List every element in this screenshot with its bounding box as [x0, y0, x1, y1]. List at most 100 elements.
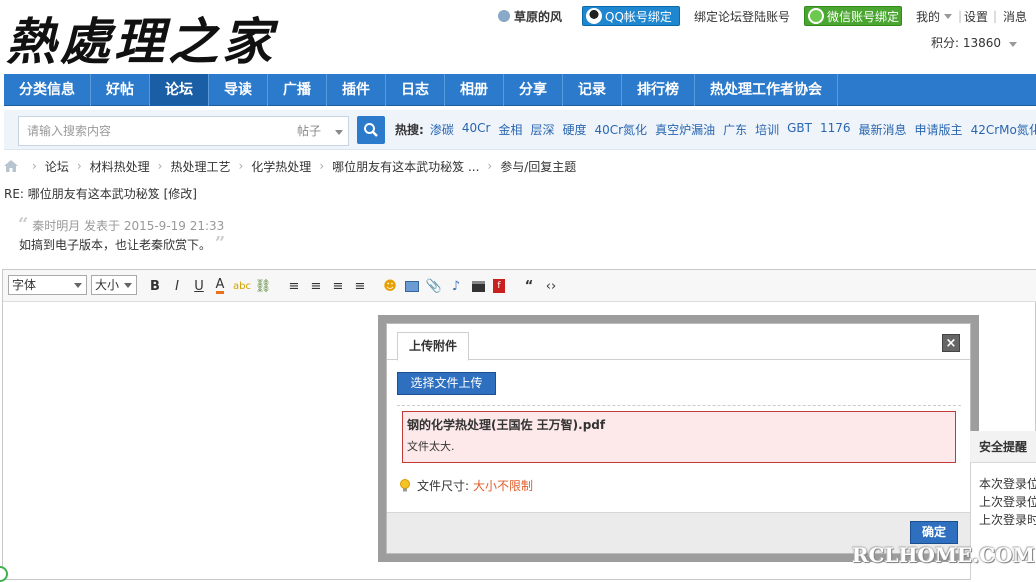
search-icon: [364, 123, 378, 137]
chevron-right-icon: ›: [487, 159, 493, 173]
upload-error-box: 钢的化学热处理(王国佐 王万智).pdf 文件太大.: [402, 411, 956, 463]
security-line: 上次登录位: [979, 495, 1036, 509]
breadcrumb-link[interactable]: 论坛: [45, 158, 69, 175]
image-icon[interactable]: [403, 277, 421, 295]
chevron-down-icon: [124, 283, 132, 288]
nav-item[interactable]: 记录: [563, 74, 622, 106]
main-nav: 分类信息 好帖 论坛 导读 广播 插件 日志 相册 分享 记录 排行榜 热处理工作者协会: [4, 74, 1036, 106]
divider: [397, 405, 961, 406]
nav-item[interactable]: 分类信息: [4, 74, 91, 106]
quote-text: 如搞到电子版本，也让老秦欣赏下。 ”: [19, 233, 225, 254]
code-icon[interactable]: ‹›: [542, 277, 560, 295]
hot-keyword-link[interactable]: 培训: [755, 121, 779, 138]
nav-item[interactable]: 论坛: [150, 74, 209, 106]
chevron-right-icon: ›: [157, 159, 163, 173]
hot-keyword-link[interactable]: 42CrMo氮化: [971, 121, 1036, 138]
nav-item[interactable]: 导读: [209, 74, 268, 106]
nav-item[interactable]: 分享: [504, 74, 563, 106]
hot-keyword-link[interactable]: GBT: [787, 121, 812, 138]
hot-keyword-link[interactable]: 硬度: [562, 121, 586, 138]
hot-keyword-link[interactable]: 层深: [530, 121, 554, 138]
points-menu[interactable]: 积分: 13860: [931, 34, 1017, 51]
attachment-icon[interactable]: 📎: [425, 277, 443, 295]
font-color-icon[interactable]: A: [211, 277, 229, 295]
music-icon[interactable]: ♪: [447, 277, 465, 295]
chevron-right-icon: ›: [238, 159, 244, 173]
watermark: RCLHOME.COM: [852, 543, 1035, 567]
username-link[interactable]: 草原的风: [498, 6, 562, 26]
chevron-down-icon: [74, 283, 82, 288]
forum-bind-label: 绑定论坛登陆账号: [694, 9, 791, 24]
qq-icon: [586, 8, 602, 24]
font-size-select[interactable]: 大小: [91, 275, 137, 295]
underline-icon[interactable]: U: [190, 277, 208, 295]
quote-author-date: 秦时明月 发表于 2015-9-19 21:33: [32, 219, 225, 233]
messages-link[interactable]: 消息: [1003, 6, 1027, 26]
align-center-icon[interactable]: ≡: [307, 277, 325, 295]
size-label: 文件尺寸:: [417, 479, 470, 493]
align-right-icon[interactable]: ≡: [351, 277, 369, 295]
hot-keyword-link[interactable]: 广东: [723, 121, 747, 138]
nav-item[interactable]: 相册: [445, 74, 504, 106]
nav-item[interactable]: 热处理工作者协会: [695, 74, 838, 106]
nav-item[interactable]: 好帖: [91, 74, 150, 106]
open-quote-icon: “: [18, 214, 29, 235]
breadcrumb-link[interactable]: 哪位朋友有这本武功秘笈 ...: [332, 158, 479, 175]
choose-file-button[interactable]: 选择文件上传: [397, 372, 496, 395]
nav-item[interactable]: 插件: [327, 74, 386, 106]
forum-bind-link[interactable]: 绑定论坛登陆账号: [694, 6, 790, 26]
close-icon[interactable]: ×: [942, 334, 960, 352]
size-select-label: 大小: [95, 278, 120, 292]
qq-bind-button[interactable]: QQ帐号绑定: [582, 6, 680, 26]
size-value: 大小不限制: [473, 479, 534, 493]
file-size-info: 文件尺寸: 大小不限制: [399, 477, 533, 494]
lightbulb-icon: [399, 478, 411, 493]
chevron-down-icon: [1008, 42, 1017, 47]
search-button[interactable]: [357, 116, 385, 144]
link-icon[interactable]: ⛓: [254, 277, 272, 295]
breadcrumb-link[interactable]: 热处理工艺: [170, 158, 230, 175]
hot-keyword-link[interactable]: 申请版主: [915, 121, 963, 138]
search-type-select[interactable]: 帖子: [289, 116, 349, 146]
breadcrumb-link[interactable]: 化学热处理: [251, 158, 311, 175]
search-input[interactable]: 请输入搜索内容: [18, 116, 290, 146]
quote-meta: “ 秦时明月 发表于 2015-9-19 21:33: [18, 214, 224, 235]
settings-link[interactable]: 设置 |: [964, 6, 997, 26]
video-icon[interactable]: [469, 277, 487, 295]
nav-item[interactable]: 广播: [268, 74, 327, 106]
wechat-bind-button[interactable]: 微信账号绑定: [804, 6, 902, 26]
flash-icon[interactable]: f: [490, 277, 508, 295]
hot-keyword-link[interactable]: 真空炉漏油: [655, 121, 715, 138]
messages-label: 消息: [1003, 9, 1028, 24]
chevron-down-icon: [944, 13, 953, 19]
hot-keyword-link[interactable]: 最新消息: [859, 121, 907, 138]
home-icon[interactable]: [4, 160, 18, 172]
tab-upload-attachment[interactable]: 上传附件: [397, 332, 469, 361]
hot-keyword-link[interactable]: 1176: [820, 121, 851, 138]
nav-item[interactable]: 日志: [386, 74, 445, 106]
hot-search-label: 热搜:: [395, 123, 424, 137]
site-logo[interactable]: 熱處理之家: [6, 2, 296, 71]
logo-text: 熱處理之家: [6, 12, 276, 71]
hot-keyword-link[interactable]: 金相: [498, 121, 522, 138]
thread-title: RE: 哪位朋友有这本武功秘笈 [修改]: [4, 187, 197, 201]
smiley-icon[interactable]: ☻: [381, 277, 399, 295]
hot-keyword-link[interactable]: 40Cr氮化: [594, 121, 647, 138]
ok-button[interactable]: 确定: [910, 521, 958, 544]
search-placeholder: 请输入搜索内容: [27, 124, 112, 138]
italic-icon[interactable]: I: [168, 277, 186, 295]
hot-keyword-link[interactable]: 40Cr: [462, 121, 491, 138]
my-menu[interactable]: 我的 |: [916, 6, 962, 26]
settings-label: 设置: [964, 9, 989, 24]
nav-item[interactable]: 排行榜: [622, 74, 695, 106]
breadcrumb-link[interactable]: 材料热处理: [90, 158, 150, 175]
breadcrumb: › 论坛 › 材料热处理 › 热处理工艺 › 化学热处理 › 哪位朋友有这本武功秘笈 ... › 参与…: [4, 158, 576, 174]
align-justify-icon[interactable]: ≡: [329, 277, 347, 295]
bold-icon[interactable]: B: [146, 277, 164, 295]
close-quote-icon: ”: [214, 233, 226, 254]
font-family-select[interactable]: 字体: [8, 275, 87, 295]
quote-icon[interactable]: “: [520, 277, 538, 295]
hot-keyword-link[interactable]: 渗碳: [430, 121, 454, 138]
highlight-icon[interactable]: abc: [233, 277, 251, 295]
align-left-icon[interactable]: ≡: [285, 277, 303, 295]
